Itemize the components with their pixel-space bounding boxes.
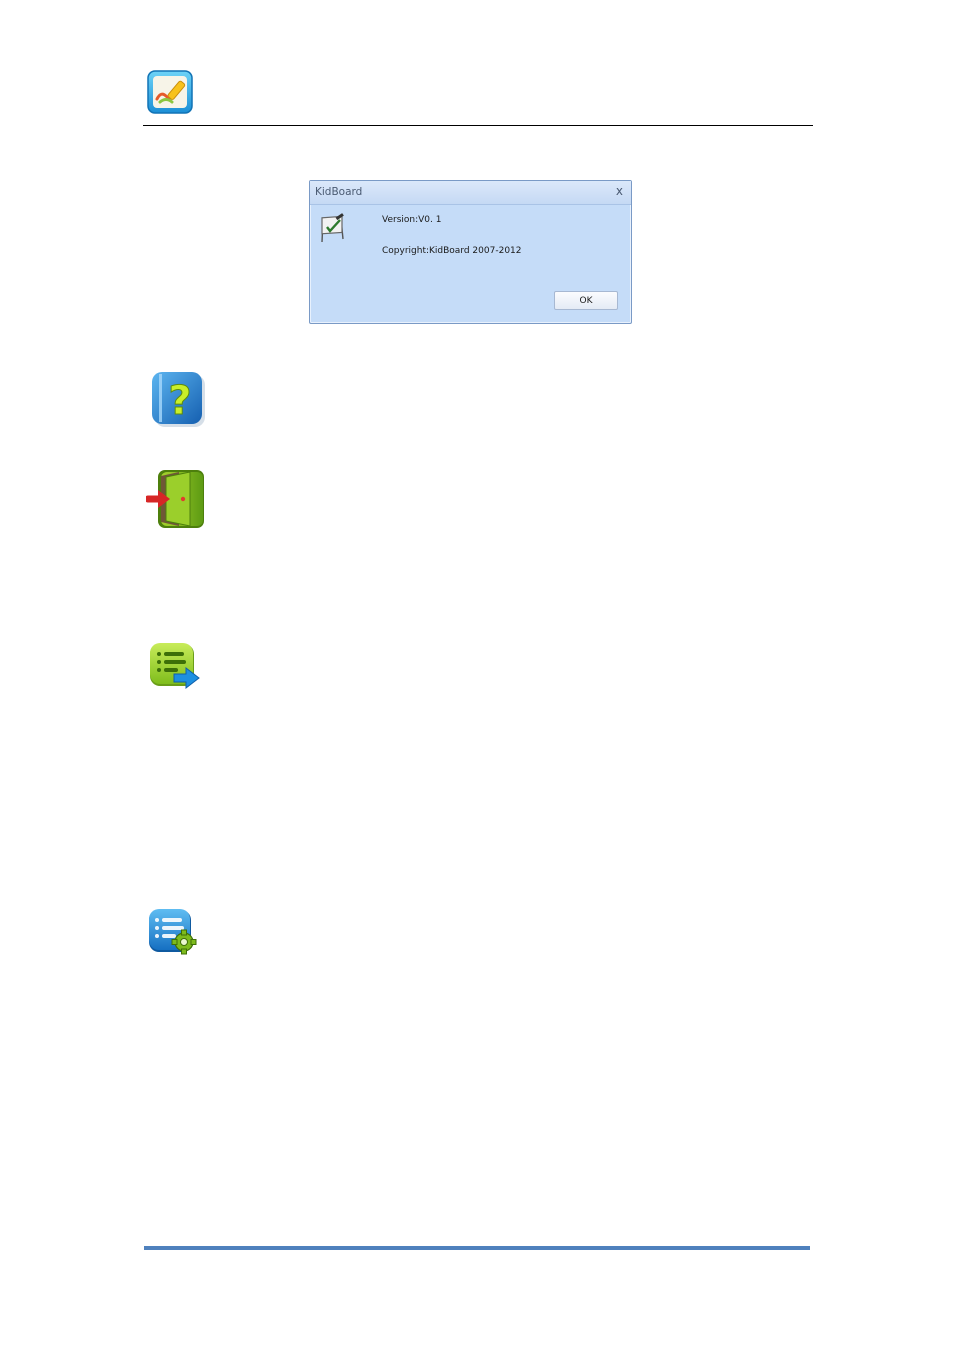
- whiteboard-check-icon: [321, 213, 344, 243]
- exit-door-icon: [146, 470, 204, 528]
- copyright-text: Copyright:KidBoard 2007-2012: [382, 246, 522, 256]
- svg-text:?: ?: [168, 378, 191, 424]
- footer-rule: [144, 1246, 810, 1250]
- list-arrow-icon: [150, 643, 200, 690]
- version-text: Version:V0. 1: [382, 215, 442, 225]
- dialog-titlebar[interactable]: KidBoard x: [310, 181, 631, 205]
- dialog-title: KidBoard: [315, 186, 363, 198]
- ok-button[interactable]: OK: [554, 291, 618, 310]
- list-settings-icon: [149, 909, 197, 955]
- kidboard-logo-icon: [147, 70, 193, 114]
- help-icon: ?: [152, 372, 205, 427]
- header-rule: [143, 125, 813, 126]
- about-dialog: KidBoard x Version:V0. 1 Copyright:KidBo…: [309, 180, 632, 324]
- close-icon[interactable]: x: [616, 184, 623, 198]
